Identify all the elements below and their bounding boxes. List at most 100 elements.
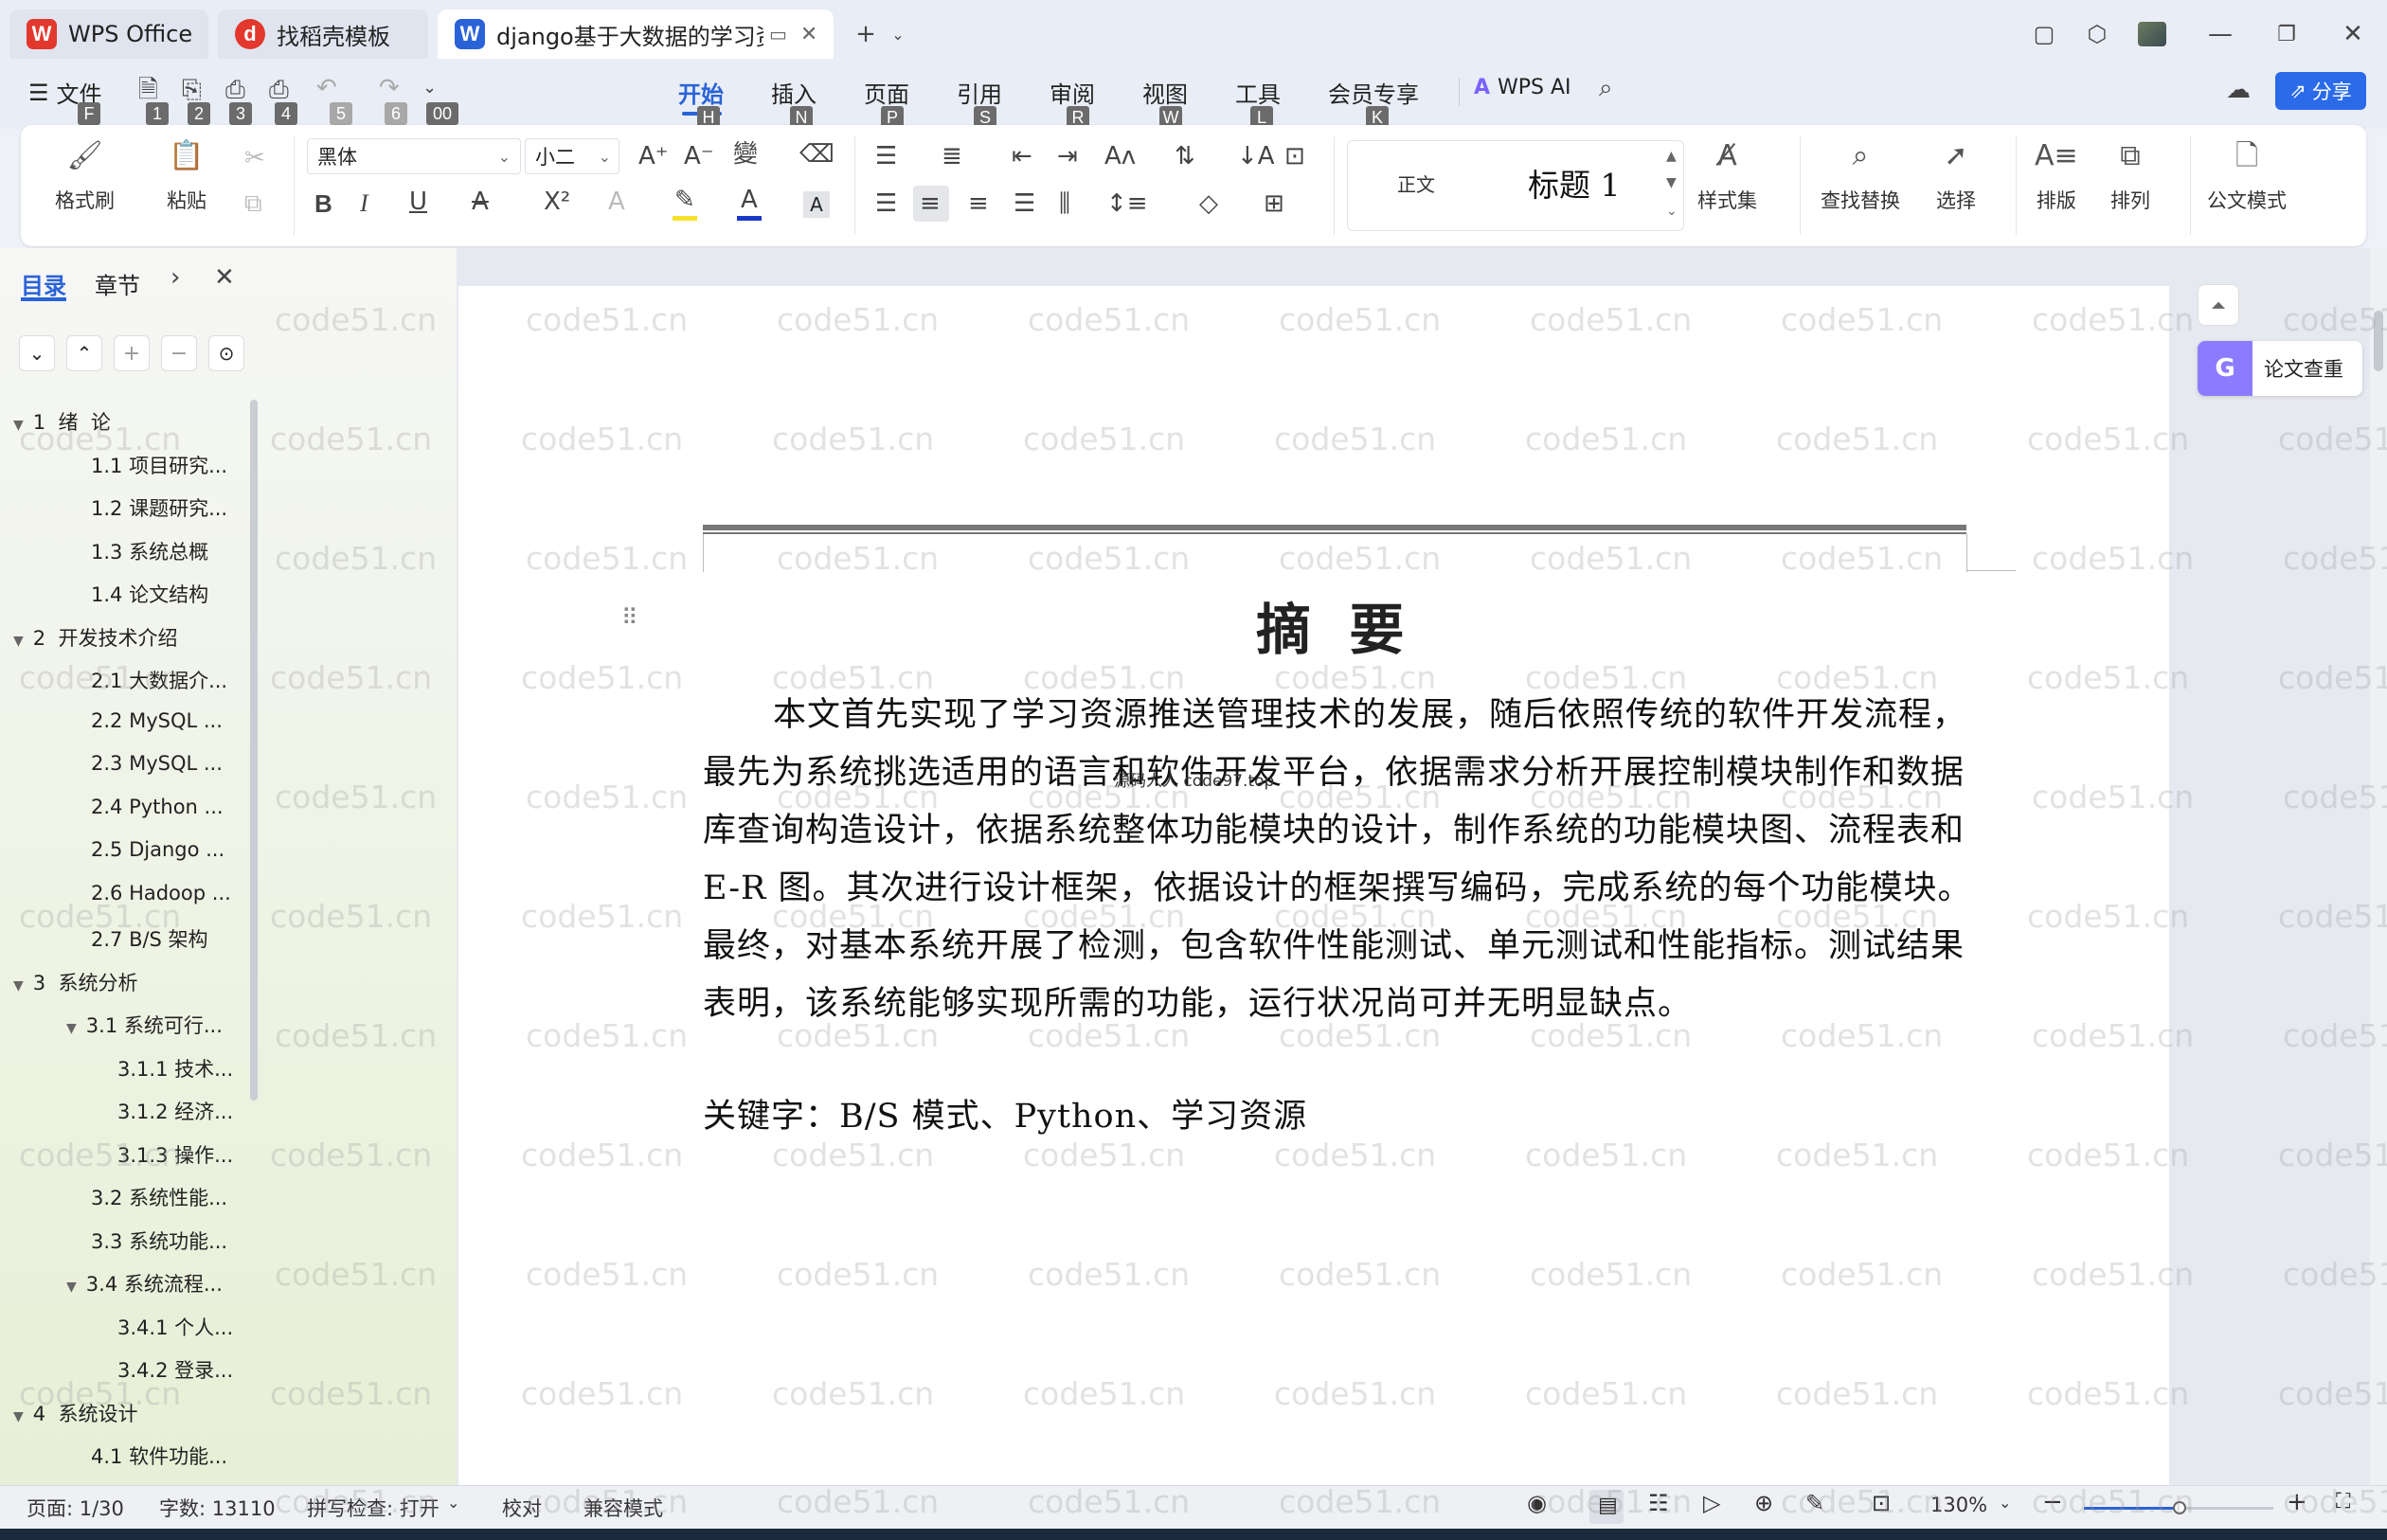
chevron-down-icon[interactable]: ⌄ bbox=[447, 1494, 459, 1512]
distributed-icon[interactable]: ⫼ bbox=[1059, 191, 1070, 216]
line-spacing-icon[interactable]: ↕≡ bbox=[1106, 191, 1148, 216]
page-indicator[interactable]: 页面: 1/30 bbox=[27, 1494, 124, 1522]
tab-docer-templates[interactable]: d 找稻壳模板 bbox=[218, 9, 428, 59]
fit-page-icon[interactable]: ⊡ bbox=[1872, 1490, 1891, 1516]
expand-triangle-icon[interactable]: ▼ bbox=[13, 634, 24, 649]
char-shading-icon[interactable]: A bbox=[803, 191, 830, 218]
select-button[interactable]: ➚ 选择 bbox=[1936, 142, 1976, 214]
pen-icon[interactable]: ✎ bbox=[1805, 1490, 1824, 1516]
style-set-button[interactable]: A̸ 样式集 bbox=[1697, 142, 1757, 214]
expand-triangle-icon[interactable]: ▼ bbox=[66, 1021, 77, 1036]
tab-active-document[interactable]: W django基于大数据的学习资源 ▭ ✕ bbox=[438, 9, 834, 59]
grow-font-icon[interactable]: A⁺ bbox=[638, 144, 669, 169]
border-icon[interactable]: ⊞ bbox=[1264, 191, 1284, 216]
bullet-list-icon[interactable]: ☰ bbox=[875, 144, 897, 169]
word-count[interactable]: 字数: 13110 bbox=[159, 1494, 276, 1522]
zoom-level[interactable]: 130% bbox=[1930, 1494, 1987, 1516]
toc-item[interactable]: 2.4 Python ... bbox=[91, 796, 224, 818]
maximize-icon[interactable]: ❐ bbox=[2270, 17, 2304, 51]
toc-item[interactable]: 1.3 系统总概 bbox=[91, 537, 208, 565]
expand-triangle-icon[interactable]: ▼ bbox=[13, 978, 24, 994]
official-mode-button[interactable]: 🗋 公文模式 bbox=[2207, 142, 2287, 214]
toc-item[interactable]: ▼ 1 绪 论 bbox=[13, 407, 111, 436]
toc-item[interactable]: 1.2 课题研究... bbox=[91, 493, 227, 522]
scroll-up-icon[interactable]: ▲ bbox=[1666, 149, 1677, 164]
undo-icon[interactable]: ↶ bbox=[316, 76, 337, 100]
tab-wps-office[interactable]: W WPS Office bbox=[9, 9, 208, 59]
print-preview-icon[interactable]: ⎙ bbox=[269, 78, 289, 102]
collapse-all-button[interactable]: ⌄ bbox=[19, 335, 55, 371]
bold-icon[interactable]: B bbox=[314, 191, 332, 216]
text-direction-icon[interactable]: Aʌ bbox=[1104, 144, 1136, 169]
expand-triangle-icon[interactable]: ▼ bbox=[66, 1280, 77, 1295]
italic-icon[interactable]: I bbox=[360, 191, 368, 216]
decrease-indent-icon[interactable]: ⇤ bbox=[1012, 144, 1032, 169]
play-icon[interactable]: ▷ bbox=[1703, 1490, 1720, 1516]
toc-item[interactable]: 3.4.1 个人... bbox=[117, 1313, 233, 1341]
page-view-button[interactable]: ▤ bbox=[1589, 1490, 1624, 1524]
style-heading-1[interactable]: 标题 1 bbox=[1528, 160, 1621, 206]
tab-insert[interactable]: 插入 bbox=[771, 76, 817, 109]
text-effect-icon[interactable]: A bbox=[608, 189, 625, 214]
toc-item[interactable]: ▼ 3 系统分析 bbox=[13, 968, 138, 996]
print-icon[interactable]: ⎙ bbox=[225, 78, 245, 102]
toc-item[interactable]: 3.1.2 经济... bbox=[117, 1097, 233, 1125]
quick-access-chevron-icon[interactable]: ⌄ bbox=[422, 80, 437, 97]
align-left-icon[interactable]: ☰ bbox=[875, 191, 897, 216]
toc-item[interactable]: 2.3 MySQL ... bbox=[91, 752, 223, 775]
new-tab-icon[interactable]: + bbox=[849, 17, 883, 51]
fill-color-icon[interactable]: ◇ bbox=[1199, 191, 1218, 216]
toc-item[interactable]: 3.1.1 技术... bbox=[117, 1054, 233, 1083]
tab-member[interactable]: 会员专享 bbox=[1328, 76, 1419, 109]
more-button[interactable]: ⊙ bbox=[208, 335, 244, 371]
clear-format-icon[interactable]: ⌫ bbox=[799, 142, 835, 167]
expand-gallery-icon[interactable]: ⌄ bbox=[1666, 204, 1678, 219]
redo-icon[interactable]: ↷ bbox=[379, 76, 400, 100]
wps-ai-button[interactable]: A WPS AI bbox=[1474, 76, 1571, 99]
font-color-icon[interactable]: A bbox=[735, 188, 765, 222]
save-icon[interactable]: 🗎 bbox=[138, 78, 158, 102]
toc-item[interactable]: 1.4 论文结构 bbox=[91, 580, 208, 608]
zoom-in-icon[interactable]: + bbox=[2287, 1488, 2307, 1516]
toc-item[interactable]: ▼ 3.1 系统可行... bbox=[66, 1011, 223, 1039]
tab-view[interactable]: 视图 bbox=[1142, 76, 1188, 109]
typeset-button[interactable]: A≡ 排版 bbox=[2035, 142, 2078, 214]
expand-triangle-icon[interactable]: ▼ bbox=[13, 1409, 24, 1424]
underline-icon[interactable]: U bbox=[409, 189, 427, 214]
tab-review[interactable]: 审阅 bbox=[1050, 76, 1095, 109]
remove-heading-button[interactable]: − bbox=[161, 335, 197, 371]
avatar[interactable] bbox=[2135, 17, 2169, 51]
toc-item[interactable]: 2.1 大数据介... bbox=[91, 666, 227, 694]
cloud-icon[interactable]: ☁ bbox=[2226, 78, 2251, 102]
toc-item[interactable]: ▼ 4 系统设计 bbox=[13, 1399, 138, 1427]
toc-item[interactable]: 2.2 MySQL ... bbox=[91, 709, 223, 732]
search-icon[interactable]: ⌕ bbox=[1599, 76, 1613, 100]
spell-check-toggle[interactable]: 拼写检查: 打开 bbox=[307, 1494, 440, 1522]
expand-triangle-icon[interactable]: ▼ bbox=[13, 418, 24, 433]
justify-icon[interactable]: ☰ bbox=[1014, 191, 1035, 216]
highlight-icon[interactable]: ✎ bbox=[671, 188, 701, 222]
cube-icon[interactable]: ⬡ bbox=[2080, 17, 2114, 51]
close-pane-icon[interactable]: ✕ bbox=[214, 263, 235, 292]
paper-check-button[interactable]: G 论文查重 bbox=[2198, 341, 2362, 396]
export-icon[interactable]: ⎘ bbox=[182, 78, 202, 102]
font-size-select[interactable]: 小二 ⌄ bbox=[525, 138, 619, 174]
fullscreen-icon[interactable]: ⛶ bbox=[2336, 1490, 2350, 1513]
drag-handle-icon[interactable]: ⠿ bbox=[621, 604, 638, 631]
toc-item[interactable]: 2.5 Django ... bbox=[91, 838, 224, 861]
close-window-icon[interactable]: ✕ bbox=[2336, 17, 2370, 51]
format-painter-button[interactable]: 🖌 格式刷 bbox=[55, 142, 115, 214]
minimize-icon[interactable]: — bbox=[2203, 17, 2237, 51]
tab-list-chevron-icon[interactable]: ⌄ bbox=[881, 17, 915, 51]
web-view-icon[interactable]: ⊕ bbox=[1754, 1490, 1773, 1516]
toc-item[interactable]: 3.4.2 登录... bbox=[117, 1355, 233, 1384]
toc-item[interactable]: 2.6 Hadoop ... bbox=[91, 882, 231, 904]
style-normal[interactable]: 正文 bbox=[1397, 170, 1435, 197]
superscript-icon[interactable]: X² bbox=[544, 189, 570, 214]
tab-chapter[interactable]: 章节 bbox=[95, 267, 140, 300]
zoom-slider-thumb[interactable] bbox=[2173, 1501, 2186, 1514]
align-center-button[interactable]: ≡ bbox=[913, 186, 949, 222]
sort-az-icon[interactable]: ↓A bbox=[1237, 144, 1275, 169]
tab-references[interactable]: 引用 bbox=[957, 76, 1002, 109]
find-replace-button[interactable]: ⌕ 查找替换 bbox=[1821, 142, 1900, 214]
